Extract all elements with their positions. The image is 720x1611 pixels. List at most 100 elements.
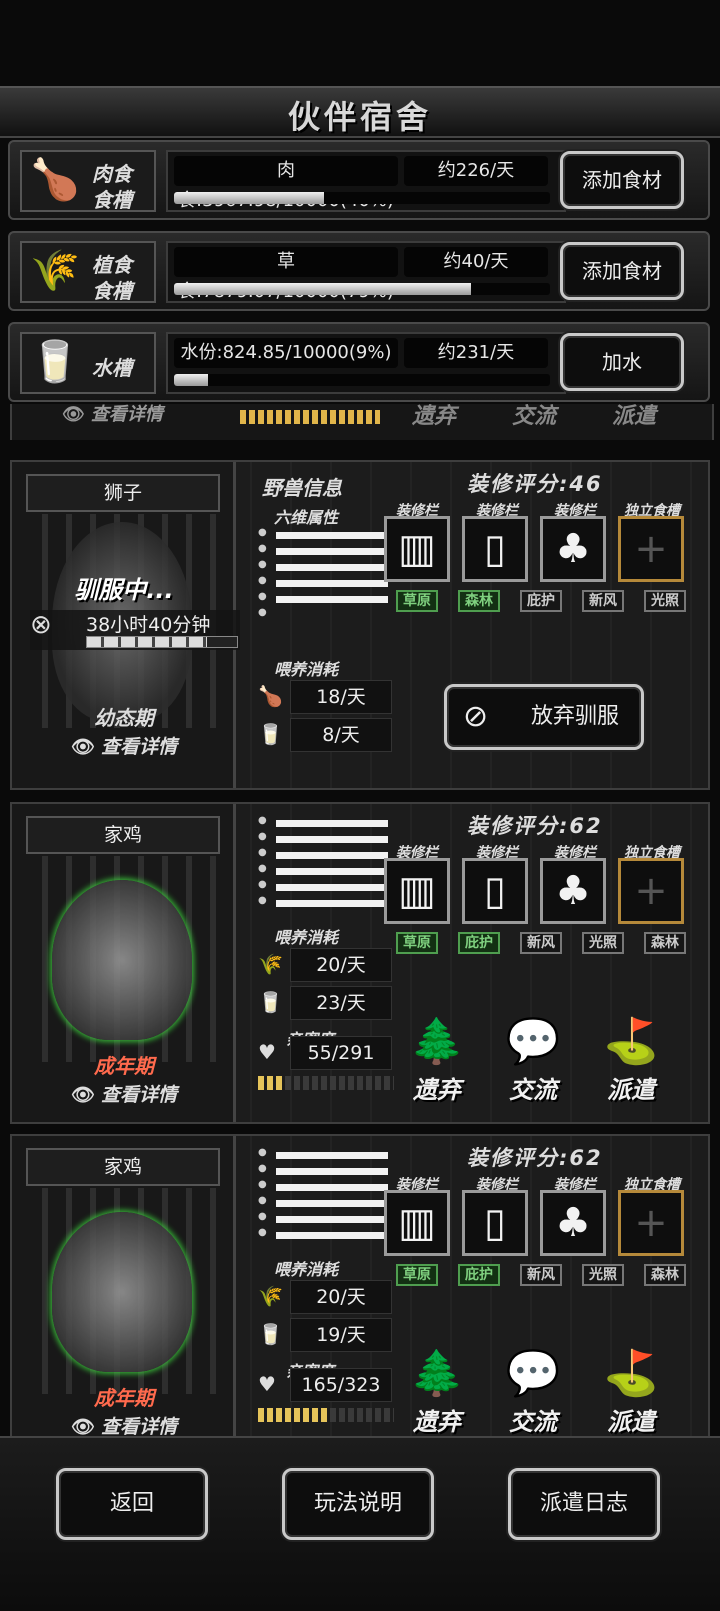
door-slot[interactable]: ▯	[462, 516, 528, 582]
food-trough-slot[interactable]: +	[618, 1190, 684, 1256]
partial-dispatch[interactable]: 派遣	[612, 404, 656, 430]
affinity-value: 55/291	[290, 1036, 392, 1070]
stat-icon: ●	[258, 1227, 267, 1238]
meat-trough: 🍗 肉食 食槽 肉食:3967.98/10000(40%) 约226/天 添加食…	[8, 140, 710, 220]
stat-row: ●	[258, 831, 394, 845]
plant-slot[interactable]: ♣	[540, 516, 606, 582]
trough-name-line2: 食槽	[92, 279, 132, 303]
dispatch-button[interactable]: ⛳ 派遣	[588, 1014, 674, 1105]
water-consumption: 🥛 8/天	[258, 718, 394, 752]
stat-bar	[276, 532, 388, 539]
chat-icon: 💬	[505, 1348, 561, 1399]
stat-row: ●	[258, 591, 394, 605]
stat-row: ●	[258, 1227, 394, 1241]
view-details-link[interactable]: 👁 查看详情	[12, 1080, 236, 1107]
taming-timer: ⊗ 38小时40分钟	[30, 610, 240, 650]
add-plant-button[interactable]: 添加食材	[560, 242, 684, 300]
plus-icon: +	[634, 526, 668, 572]
feed-title: 喂养消耗	[274, 660, 339, 679]
chicken-pen-1: 家鸡 成年期 👁 查看详情 ● ● ● ● ● ● 喂养消耗 🌾 20/天 🥛 23/…	[10, 802, 710, 1124]
stat-row: ●	[258, 527, 394, 541]
eye-icon: 👁	[70, 736, 96, 758]
stat-bar	[276, 564, 388, 571]
consumption-value: 20/天	[290, 1280, 392, 1314]
partial-pen-row: 👁 查看详情 遗弃 交流 派遣	[10, 404, 714, 440]
plant-progress-fill	[174, 283, 472, 295]
flag-mountain-icon: ⛳	[603, 1016, 659, 1067]
stat-icon: ●	[258, 543, 267, 554]
trough-name-line2: 食槽	[92, 188, 132, 212]
action-label: 交流	[509, 1076, 557, 1104]
door-slot[interactable]: ▯	[462, 858, 528, 924]
talk-button[interactable]: 💬 交流	[490, 1346, 576, 1437]
stat-row: ●	[258, 815, 394, 829]
food-trough-slot[interactable]: +	[618, 858, 684, 924]
abandon-button[interactable]: 🌲 遗弃	[394, 1346, 480, 1437]
abandon-button[interactable]: 🌲 遗弃	[394, 1014, 480, 1105]
partial-detail-link[interactable]: 👁 查看详情	[62, 404, 163, 426]
talk-button[interactable]: 💬 交流	[490, 1014, 576, 1105]
stat-icon: ●	[258, 1195, 267, 1206]
dispatch-button[interactable]: ⛳ 派遣	[588, 1346, 674, 1437]
water-trough-info: 水份:824.85/10000(9%) 约231/天	[166, 332, 566, 394]
action-label: 派遣	[607, 1076, 655, 1104]
trees-icon: 🌲	[409, 1348, 465, 1399]
stat-bar	[276, 1184, 388, 1191]
plus-icon: +	[634, 1200, 668, 1246]
chicken-cage[interactable]: 家鸡 成年期 👁 查看详情	[12, 1136, 236, 1454]
trough-name-line1: 植食	[92, 253, 132, 277]
chicken-cage[interactable]: 家鸡 成年期 👁 查看详情	[12, 804, 236, 1122]
env-tag: 光照	[582, 932, 624, 954]
plant-amount: 草食:7879.07/10000(79%)	[174, 247, 398, 302]
stat-row: ●	[258, 1147, 394, 1161]
help-button[interactable]: 玩法说明	[282, 1468, 434, 1540]
dispatch-log-button[interactable]: 派遣日志	[508, 1468, 660, 1540]
abandon-ring-icon: ⊘	[463, 699, 489, 734]
partial-talk[interactable]: 交流	[512, 404, 556, 430]
water-cup-icon: 🥛	[258, 990, 283, 1014]
env-tag: 庇护	[520, 590, 562, 612]
taming-progress-fill	[87, 637, 207, 647]
add-water-button[interactable]: 加水	[560, 333, 684, 391]
back-button[interactable]: 返回	[56, 1468, 208, 1540]
stat-bar	[276, 820, 388, 827]
stat-bar	[276, 1152, 388, 1159]
env-tag: 新风	[520, 932, 562, 954]
fence-slot[interactable]: ▥	[384, 1190, 450, 1256]
stat-icon: ●	[258, 575, 267, 586]
feed-title: 喂养消耗	[274, 928, 339, 947]
food-trough-slot[interactable]: +	[618, 516, 684, 582]
fence-slot[interactable]: ▥	[384, 516, 450, 582]
stat-row: ●	[258, 863, 394, 877]
stat-icon: ●	[258, 815, 267, 826]
meat-icon: 🍗	[30, 157, 80, 203]
lion-cage[interactable]: 狮子 驯服中... ⊗ 38小时40分钟 幼态期 👁 查看详情	[12, 462, 240, 788]
plant-slot[interactable]: ♣	[540, 858, 606, 924]
view-details-link[interactable]: 👁 查看详情	[12, 732, 236, 759]
partial-abandon[interactable]: 遗弃	[412, 404, 456, 430]
plant-slot[interactable]: ♣	[540, 1190, 606, 1256]
env-tag: 草原	[396, 590, 438, 612]
stat-row: ●	[258, 575, 394, 589]
add-meat-button[interactable]: 添加食材	[560, 151, 684, 209]
view-details-link[interactable]: 👁 查看详情	[12, 1412, 236, 1439]
door-icon: ▯	[483, 868, 506, 914]
detail-label: 查看详情	[90, 404, 163, 425]
detail-label: 查看详情	[101, 736, 178, 758]
lion-pen: 狮子 驯服中... ⊗ 38小时40分钟 幼态期 👁 查看详情 野兽信息 六维属性…	[10, 460, 710, 790]
stat-icon: ●	[258, 559, 267, 570]
fence-slot[interactable]: ▥	[384, 858, 450, 924]
taming-time-left: 38小时40分钟	[86, 614, 211, 636]
eye-icon: 👁	[70, 1084, 96, 1106]
action-label: 遗弃	[413, 1076, 461, 1104]
growth-stage: 成年期	[94, 1386, 154, 1410]
door-slot[interactable]: ▯	[462, 1190, 528, 1256]
stat-icon: ●	[258, 895, 267, 906]
stat-row: ●	[258, 847, 394, 861]
detail-label: 查看详情	[101, 1084, 178, 1106]
stat-icon: ●	[258, 1211, 267, 1222]
abandon-taming-button[interactable]: ⊘ 放弃驯服	[444, 684, 644, 750]
env-tag: 草原	[396, 932, 438, 954]
meat-progress-bar	[174, 192, 550, 204]
meat-progress-fill	[174, 192, 325, 204]
